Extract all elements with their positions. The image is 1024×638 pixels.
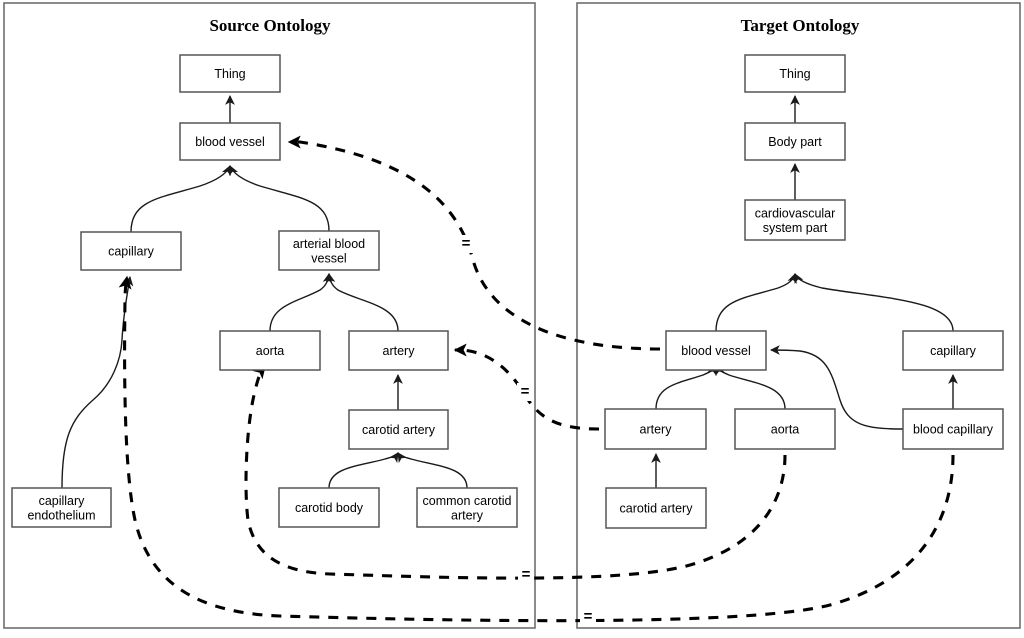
node-label-s_capendo: capillary (39, 494, 86, 508)
node-label-t_bloodcap: blood capillary (913, 423, 994, 437)
panel-title-source: Source Ontology (209, 16, 331, 35)
equivalence-label-m_bloodvessel: = (462, 235, 471, 252)
node-label-s_carotidbody: carotid body (295, 501, 364, 515)
node-label-s_capendo: endothelium (27, 508, 95, 522)
node-t_bloodvessel[interactable]: blood vessel (665, 330, 767, 371)
equivalence-label-m_aorta: = (522, 566, 531, 583)
panel-title-target: Target Ontology (741, 16, 860, 35)
node-label-t_cvsp: system part (763, 221, 828, 235)
node-t_artery[interactable]: artery (604, 408, 707, 450)
node-label-t_bloodvessel: blood vessel (681, 344, 751, 358)
node-t_thing[interactable]: Thing (744, 54, 846, 93)
node-label-s_arterialbv: vessel (311, 251, 346, 265)
node-t_cvsp[interactable]: cardiovascularsystem part (744, 199, 846, 241)
node-label-s_carotidartery: carotid artery (362, 423, 436, 437)
node-s_artery[interactable]: artery (348, 330, 449, 371)
node-label-s_capillary: capillary (108, 245, 155, 259)
ontology-alignment-diagram: Thing blood vessel capillary arterial blood… (3, 2, 1021, 629)
node-s_capendo[interactable]: capillaryendothelium (11, 487, 112, 528)
node-t_aorta[interactable]: aorta (734, 408, 836, 450)
node-label-t_thing: Thing (779, 67, 810, 81)
node-t_bodypart[interactable]: Body part (744, 122, 846, 161)
panel-target (576, 2, 1021, 629)
node-t_capillary[interactable]: capillary (902, 330, 1004, 371)
node-s_thing[interactable]: Thing (179, 54, 281, 93)
node-label-t_cvsp: cardiovascular (755, 206, 836, 220)
node-label-t_aorta: aorta (771, 423, 800, 437)
node-label-t_carotidartery: carotid artery (620, 502, 694, 516)
node-label-s_arterialbv: arterial blood (293, 237, 365, 251)
node-t_carotidartery[interactable]: carotid artery (605, 487, 707, 529)
equivalence-label-m_capillary: = (584, 608, 593, 625)
node-label-s_commoncarotid: artery (451, 508, 484, 522)
node-label-s_thing: Thing (214, 67, 245, 81)
node-label-s_aorta: aorta (256, 344, 285, 358)
node-s_bloodvessel[interactable]: blood vessel (179, 122, 281, 161)
node-s_arterialbv[interactable]: arterial bloodvessel (278, 230, 380, 271)
node-label-t_bodypart: Body part (768, 135, 822, 149)
node-t_bloodcap[interactable]: blood capillary (902, 408, 1004, 450)
node-label-t_artery: artery (640, 423, 673, 437)
node-label-s_artery: artery (383, 344, 416, 358)
node-label-s_bloodvessel: blood vessel (195, 135, 265, 149)
node-s_aorta[interactable]: aorta (219, 330, 321, 371)
node-s_carotidbody[interactable]: carotid body (278, 487, 380, 528)
equivalence-label-m_artery: = (521, 383, 530, 400)
node-s_commoncarotid[interactable]: common carotidartery (416, 487, 518, 528)
node-s_capillary[interactable]: capillary (80, 231, 182, 271)
node-s_carotidartery[interactable]: carotid artery (348, 409, 449, 450)
diagram-canvas: Thing blood vessel capillary arterial blood… (0, 0, 1024, 638)
node-label-t_capillary: capillary (930, 344, 977, 358)
panel-source (3, 2, 536, 629)
node-label-s_commoncarotid: common carotid (423, 494, 512, 508)
